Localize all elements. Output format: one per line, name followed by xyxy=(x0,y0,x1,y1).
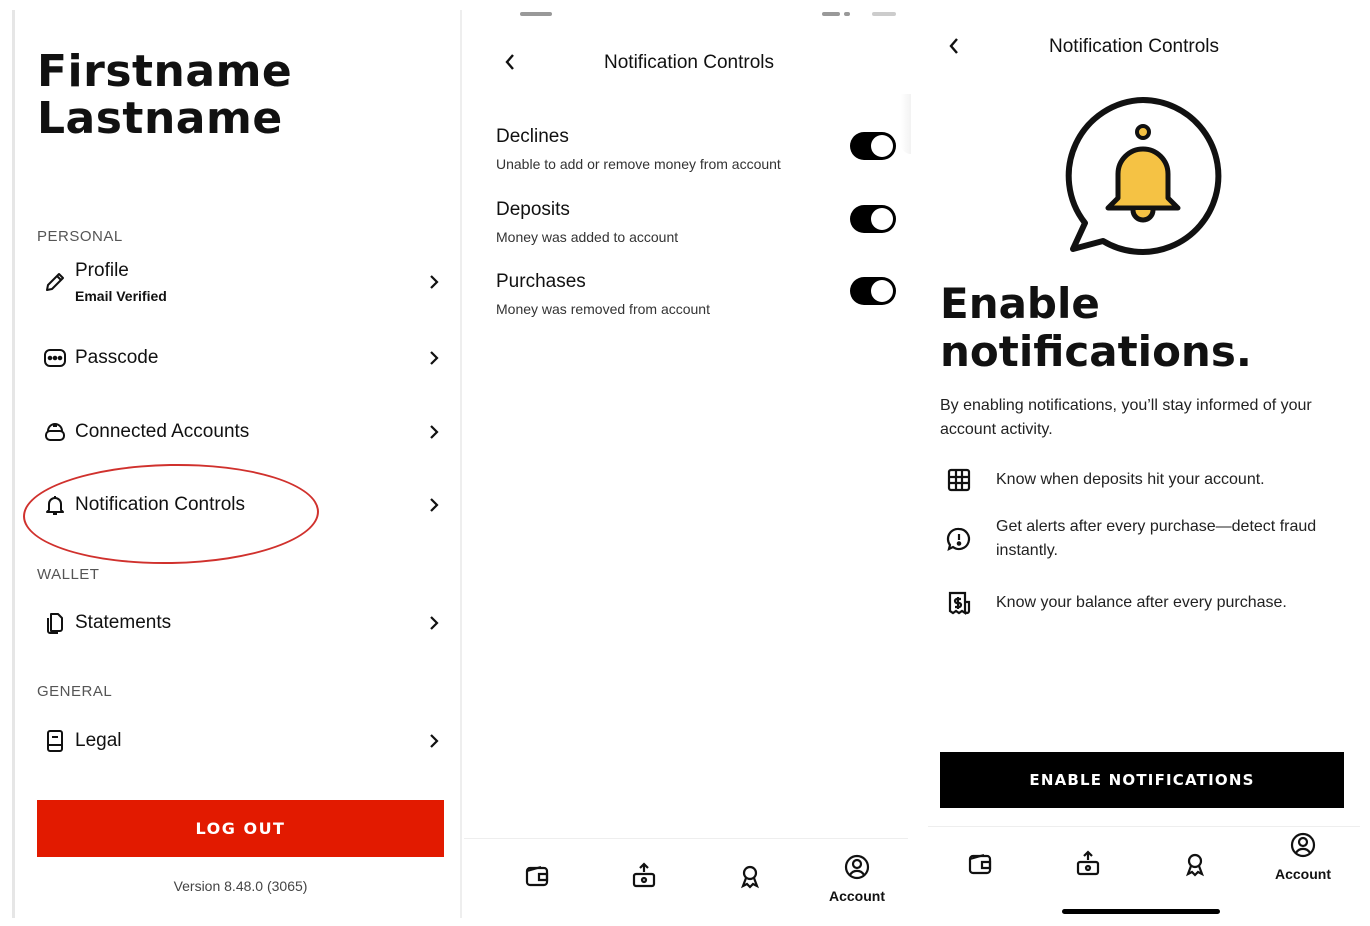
passcode-icon xyxy=(37,343,75,373)
notification-controls-screen: Notification Controls Declines Unable to… xyxy=(464,10,911,918)
statements-label: Statements xyxy=(75,612,172,633)
menu-item-passcode[interactable]: Passcode xyxy=(37,343,442,373)
tab-transfer[interactable] xyxy=(609,853,679,903)
feature-item-deposits: Know when deposits hit your account. xyxy=(944,465,1344,495)
chevron-right-icon xyxy=(426,350,442,366)
menu-item-connected-accounts[interactable]: Connected Accounts xyxy=(37,417,442,447)
tab-rewards[interactable] xyxy=(715,853,785,903)
wallet-icon xyxy=(523,862,551,895)
section-personal: PERSONAL xyxy=(37,228,123,245)
book-icon xyxy=(37,726,75,756)
documents-icon xyxy=(37,608,75,638)
feature-text: Know when deposits hit your account. xyxy=(996,471,1265,488)
account-icon xyxy=(1289,831,1317,864)
menu-item-statements[interactable]: Statements xyxy=(37,608,442,638)
back-icon[interactable] xyxy=(942,34,966,58)
tab-bar: Account xyxy=(464,838,908,918)
toggle-knob xyxy=(871,280,893,302)
bell-speech-bubble-icon xyxy=(1065,97,1222,255)
toggle-row-declines: Declines Unable to add or remove money f… xyxy=(496,126,900,172)
section-wallet: WALLET xyxy=(37,566,100,583)
app-version: Version 8.48.0 (3065) xyxy=(173,878,308,894)
enable-notifications-screen: Notification Controls Enable notificatio… xyxy=(928,10,1360,918)
toggle-knob xyxy=(871,135,893,157)
pencil-icon xyxy=(37,267,75,297)
signal-icon xyxy=(822,12,840,16)
status-bar-fragment xyxy=(520,12,552,16)
chevron-right-icon xyxy=(426,424,442,440)
tab-transfer[interactable] xyxy=(1053,841,1123,891)
wifi-icon xyxy=(844,12,850,16)
enable-heading-line1: Enable xyxy=(940,279,1100,328)
toggle-description: Money was removed from account xyxy=(496,301,710,317)
nav-header: Notification Controls xyxy=(928,32,1360,62)
feature-text: Get alerts after every purchase—detect f… xyxy=(996,518,1317,559)
highlight-circle xyxy=(22,461,320,567)
rewards-icon xyxy=(736,862,764,895)
home-indicator xyxy=(1062,909,1220,914)
tab-account[interactable]: Account xyxy=(822,853,892,904)
toggle-knob xyxy=(871,208,893,230)
tab-wallet[interactable] xyxy=(502,853,572,903)
chevron-right-icon xyxy=(426,615,442,631)
menu-item-legal[interactable]: Legal xyxy=(37,726,442,756)
passcode-label: Passcode xyxy=(75,347,159,368)
battery-icon xyxy=(872,12,896,16)
enable-heading: Enable notifications. xyxy=(940,280,1252,376)
purchases-toggle[interactable] xyxy=(850,277,896,305)
toggle-row-deposits: Deposits Money was added to account xyxy=(496,199,900,245)
enable-notifications-button[interactable]: ENABLE NOTIFICATIONS xyxy=(940,752,1344,808)
edge-shadow xyxy=(901,94,911,154)
toggle-title: Declines xyxy=(496,126,569,147)
toggle-title: Purchases xyxy=(496,271,586,292)
deposits-toggle[interactable] xyxy=(850,205,896,233)
feature-text: Know your balance after every purchase. xyxy=(996,594,1287,611)
tab-bar: Account xyxy=(928,826,1360,906)
legal-label: Legal xyxy=(75,730,122,751)
wallet-icon xyxy=(966,850,994,883)
page-title: Notification Controls xyxy=(604,52,775,73)
user-name: Firstname Lastname xyxy=(37,48,292,142)
tab-rewards[interactable] xyxy=(1160,841,1230,891)
chevron-right-icon xyxy=(426,733,442,749)
chevron-right-icon xyxy=(426,497,442,513)
tab-account-label: Account xyxy=(1275,865,1331,882)
feature-item-balance: Know your balance after every purchase. xyxy=(944,588,1344,618)
tab-account-label: Account xyxy=(829,887,885,904)
first-name: Firstname xyxy=(37,46,293,97)
toggle-description: Unable to add or remove money from accou… xyxy=(496,156,781,172)
connected-accounts-icon xyxy=(37,417,75,447)
enable-description: By enabling notifications, you’ll stay i… xyxy=(940,397,1312,438)
rewards-icon xyxy=(1181,850,1209,883)
transfer-icon xyxy=(630,861,658,895)
toggle-title: Deposits xyxy=(496,199,570,220)
alert-bubble-icon xyxy=(944,524,974,554)
tab-wallet[interactable] xyxy=(945,841,1015,891)
transfer-icon xyxy=(1074,849,1102,883)
profile-sublabel: Email Verified xyxy=(75,288,167,304)
back-icon[interactable] xyxy=(498,50,522,74)
page-title: Notification Controls xyxy=(1049,36,1220,57)
account-screen: Firstname Lastname PERSONAL Profile Emai… xyxy=(12,10,462,918)
deposit-grid-icon xyxy=(944,465,974,495)
nav-header: Notification Controls xyxy=(464,48,908,78)
receipt-dollar-icon xyxy=(944,588,974,618)
feature-item-purchase-alerts: Get alerts after every purchase—detect f… xyxy=(944,515,1344,563)
toggle-description: Money was added to account xyxy=(496,229,679,245)
account-icon xyxy=(843,853,871,886)
tab-account[interactable]: Account xyxy=(1268,831,1338,882)
section-general: GENERAL xyxy=(37,683,113,700)
connected-accounts-label: Connected Accounts xyxy=(75,421,250,442)
logout-button[interactable]: LOG OUT xyxy=(37,800,444,857)
enable-heading-line2: notifications. xyxy=(940,327,1252,376)
toggle-row-purchases: Purchases Money was removed from account xyxy=(496,271,900,317)
profile-label: Profile xyxy=(75,260,129,281)
declines-toggle[interactable] xyxy=(850,132,896,160)
last-name: Lastname xyxy=(37,93,283,144)
chevron-right-icon xyxy=(426,274,442,290)
menu-item-profile[interactable]: Profile Email Verified xyxy=(37,260,442,304)
